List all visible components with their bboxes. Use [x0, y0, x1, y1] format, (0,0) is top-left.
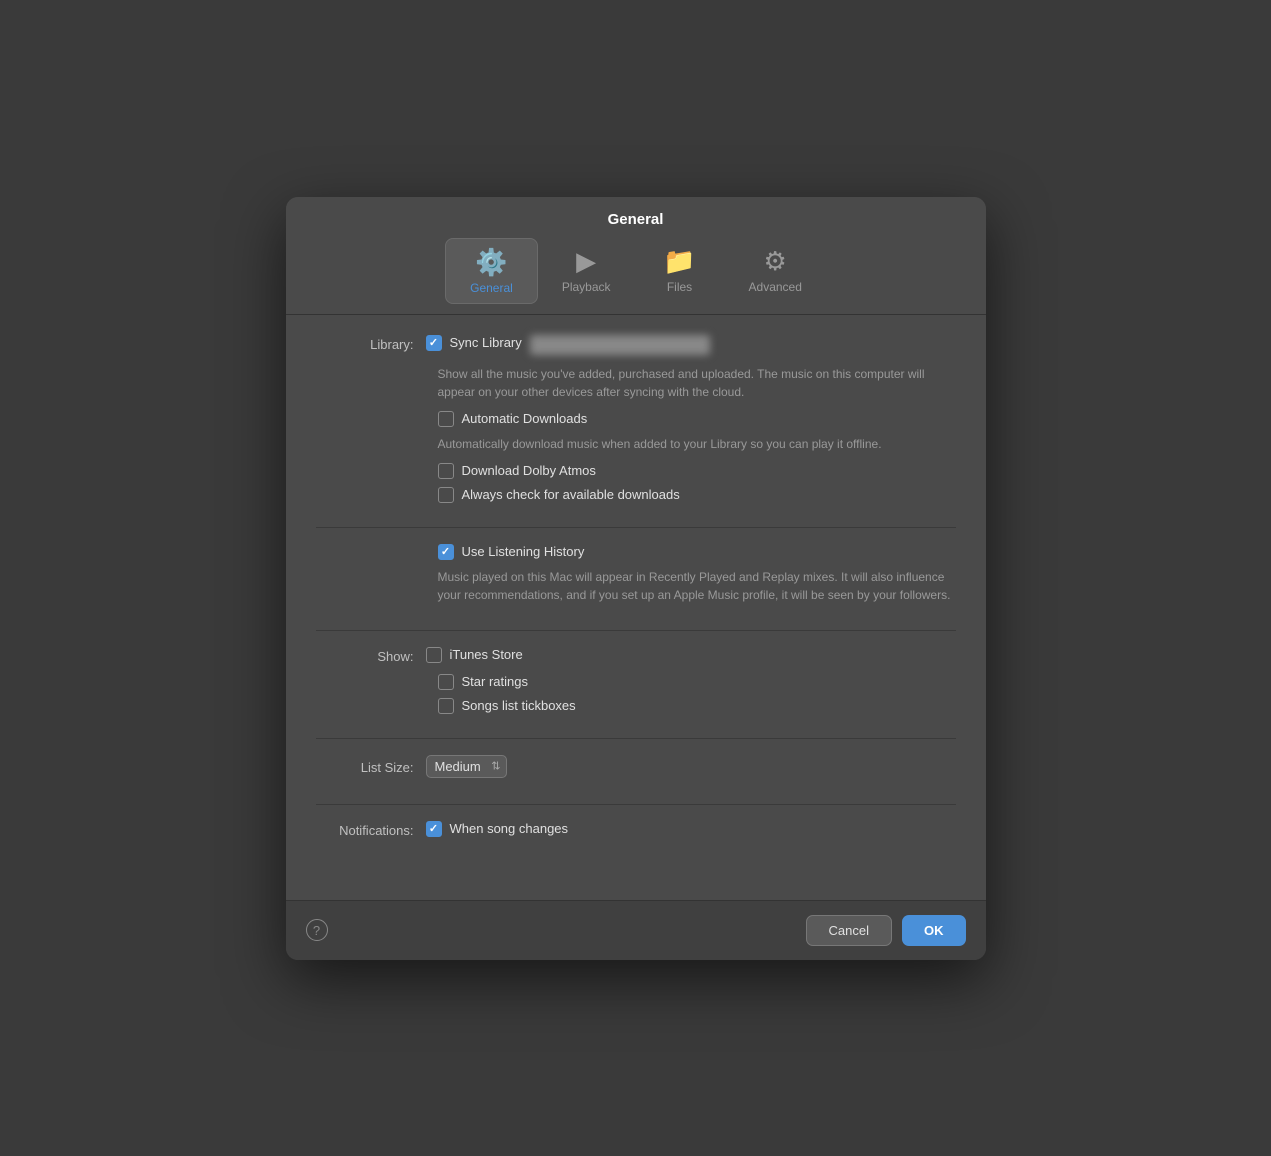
library-label: Library: — [316, 335, 426, 352]
footer-actions: Cancel OK — [806, 915, 966, 946]
sync-library-label: Sync Library — [450, 335, 522, 350]
history-section: Use Listening History Music played on th… — [316, 544, 956, 631]
general-icon: ⚙️ — [475, 247, 507, 278]
sync-library-row: Library: Sync Library — [316, 335, 956, 355]
notifications-section: Notifications: When song changes — [316, 821, 956, 864]
dolby-atmos-row: Download Dolby Atmos — [438, 463, 956, 479]
when-song-changes-checkbox[interactable] — [426, 821, 442, 837]
itunes-store-checkbox[interactable] — [426, 647, 442, 663]
sync-library-checkbox[interactable] — [426, 335, 442, 351]
footer: ? Cancel OK — [286, 900, 986, 960]
help-button[interactable]: ? — [306, 919, 328, 941]
list-size-section: List Size: Small Medium Large — [316, 755, 956, 805]
tab-general[interactable]: ⚙️ General — [445, 238, 538, 304]
automatic-downloads-row: Automatic Downloads — [438, 411, 956, 427]
show-section: Show: iTunes Store Star ratings Songs li… — [316, 647, 956, 739]
notifications-label: Notifications: — [316, 821, 426, 838]
preferences-dialog: General ⚙️ General ▶ Playback 📁 Files ⚙ … — [286, 197, 986, 960]
use-history-row: Use Listening History — [438, 544, 956, 560]
library-section: Library: Sync Library Show all the music… — [316, 335, 956, 528]
itunes-store-label: iTunes Store — [450, 647, 523, 662]
automatic-downloads-checkbox[interactable] — [438, 411, 454, 427]
songs-tickboxes-checkbox[interactable] — [438, 698, 454, 714]
tab-playback-label: Playback — [562, 280, 611, 294]
sync-description: Show all the music you've added, purchas… — [438, 365, 956, 401]
tab-playback[interactable]: ▶ Playback — [538, 238, 635, 304]
star-ratings-label: Star ratings — [462, 674, 528, 689]
list-size-select[interactable]: Small Medium Large — [426, 755, 507, 778]
itunes-store-row: Show: iTunes Store — [316, 647, 956, 664]
star-ratings-checkbox[interactable] — [438, 674, 454, 690]
cancel-button[interactable]: Cancel — [806, 915, 892, 946]
always-check-checkbox[interactable] — [438, 487, 454, 503]
files-icon: 📁 — [663, 246, 695, 277]
star-ratings-row: Star ratings — [438, 674, 956, 690]
tab-general-label: General — [470, 281, 513, 295]
tab-files[interactable]: 📁 Files — [635, 238, 725, 304]
playback-icon: ▶ — [576, 246, 596, 277]
use-history-description: Music played on this Mac will appear in … — [438, 568, 956, 604]
dialog-title: General — [286, 197, 986, 238]
tab-advanced-label: Advanced — [749, 280, 802, 294]
use-history-checkbox[interactable] — [438, 544, 454, 560]
content-area: Library: Sync Library Show all the music… — [286, 315, 986, 900]
songs-tickboxes-row: Songs list tickboxes — [438, 698, 956, 714]
tab-advanced[interactable]: ⚙ Advanced — [725, 238, 826, 304]
blurred-content — [530, 335, 710, 355]
notifications-row: Notifications: When song changes — [316, 821, 956, 838]
ok-button[interactable]: OK — [902, 915, 966, 946]
list-size-wrapper: Small Medium Large — [426, 755, 507, 778]
when-song-changes-label: When song changes — [450, 821, 569, 836]
list-size-row: List Size: Small Medium Large — [316, 755, 956, 778]
always-check-row: Always check for available downloads — [438, 487, 956, 503]
songs-tickboxes-label: Songs list tickboxes — [462, 698, 576, 713]
always-check-label: Always check for available downloads — [462, 487, 680, 502]
automatic-downloads-description: Automatically download music when added … — [438, 435, 956, 453]
dolby-atmos-checkbox[interactable] — [438, 463, 454, 479]
show-label: Show: — [316, 647, 426, 664]
automatic-downloads-label: Automatic Downloads — [462, 411, 588, 426]
list-size-label: List Size: — [316, 758, 426, 775]
dolby-atmos-label: Download Dolby Atmos — [462, 463, 596, 478]
tab-files-label: Files — [667, 280, 692, 294]
advanced-icon: ⚙ — [764, 246, 787, 277]
use-history-label: Use Listening History — [462, 544, 585, 559]
toolbar: ⚙️ General ▶ Playback 📁 Files ⚙ Advanced — [286, 238, 986, 315]
